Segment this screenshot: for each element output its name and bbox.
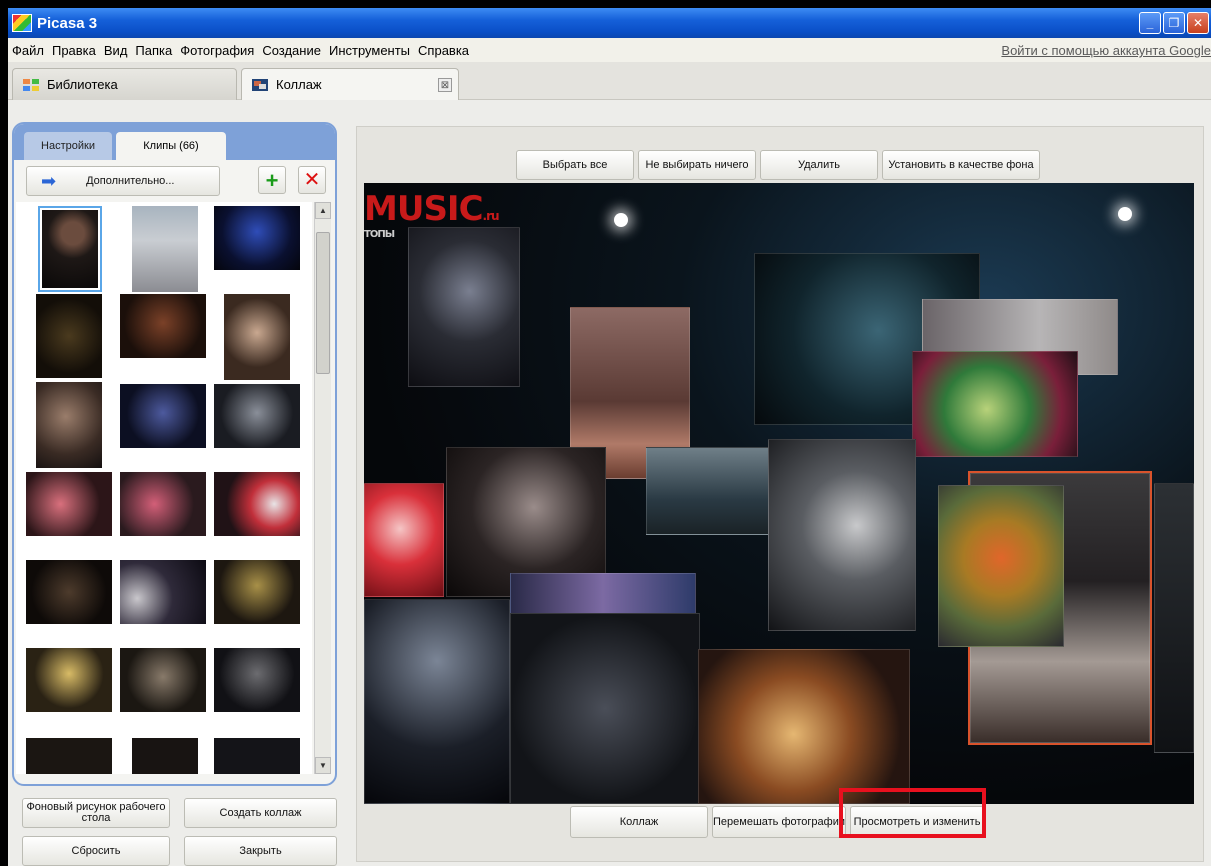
menu-file[interactable]: Файл bbox=[8, 43, 48, 58]
menu-picture[interactable]: Фотография bbox=[176, 43, 258, 58]
collage-photo[interactable] bbox=[510, 613, 700, 804]
clip-thumbnail[interactable] bbox=[26, 560, 112, 624]
maximize-button[interactable]: ❐ bbox=[1163, 12, 1185, 34]
remove-clip-button[interactable]: ✕ bbox=[298, 166, 326, 194]
music-logo-suffix: .ru bbox=[482, 209, 500, 223]
clip-thumbnail[interactable] bbox=[214, 648, 300, 712]
clip-thumbnail[interactable] bbox=[214, 472, 300, 536]
collage-photo[interactable] bbox=[408, 227, 520, 387]
clip-thumbnail[interactable] bbox=[120, 294, 206, 358]
title-bar: Picasa 3 _ ❐ ✕ bbox=[8, 8, 1211, 38]
menu-folder[interactable]: Папка bbox=[131, 43, 176, 58]
stage-light-icon bbox=[1118, 207, 1132, 221]
clip-thumbnail[interactable] bbox=[132, 206, 198, 292]
window-controls: _ ❐ ✕ bbox=[1139, 12, 1209, 34]
clip-thumbnail[interactable] bbox=[214, 384, 300, 448]
clip-thumbnail[interactable] bbox=[26, 472, 112, 536]
tab-settings[interactable]: Настройки bbox=[24, 132, 112, 160]
more-button[interactable]: ➡ Дополнительно... bbox=[26, 166, 220, 196]
clip-thumbnail[interactable] bbox=[120, 472, 206, 536]
google-signin-link[interactable]: Войти с помощью аккаунта Google bbox=[1001, 43, 1211, 58]
clip-thumbnail[interactable] bbox=[214, 206, 300, 270]
clip-thumbnail[interactable] bbox=[214, 738, 300, 774]
clip-thumbnail[interactable] bbox=[120, 384, 206, 448]
menu-tools[interactable]: Инструменты bbox=[325, 43, 414, 58]
clip-thumbnail[interactable] bbox=[224, 294, 290, 380]
select-all-button[interactable]: Выбрать все bbox=[516, 150, 634, 180]
collage-photo[interactable] bbox=[698, 649, 910, 804]
back-arrow-icon: ➡ bbox=[41, 170, 57, 191]
clips-panel: Настройки Клипы (66) ➡ Дополнительно... … bbox=[12, 122, 337, 786]
clip-thumbnail[interactable] bbox=[36, 294, 102, 378]
menu-create[interactable]: Создание bbox=[258, 43, 325, 58]
tab-bar: Библиотека Коллаж ⊠ bbox=[8, 62, 1211, 100]
menu-help[interactable]: Справка bbox=[414, 43, 473, 58]
create-collage-button[interactable]: Создать коллаж bbox=[184, 798, 337, 828]
tab-library[interactable]: Библиотека bbox=[12, 68, 237, 100]
clip-thumbnail[interactable] bbox=[132, 738, 198, 774]
clip-thumbnail[interactable] bbox=[120, 560, 206, 624]
desktop-background-button[interactable]: Фоновый рисунок рабочего стола bbox=[22, 798, 170, 828]
scroll-thumb[interactable] bbox=[316, 232, 330, 374]
collage-icon bbox=[252, 78, 268, 91]
reset-button[interactable]: Сбросить bbox=[22, 836, 170, 866]
clip-thumbnail[interactable] bbox=[214, 560, 300, 624]
collage-photo[interactable] bbox=[1154, 483, 1194, 753]
collage-photo[interactable] bbox=[364, 599, 510, 804]
scroll-up-icon[interactable]: ▲ bbox=[315, 202, 331, 219]
clips-scrollbar[interactable]: ▲ ▼ bbox=[314, 202, 331, 774]
collage-mode-button[interactable]: Коллаж bbox=[570, 806, 708, 838]
add-clip-button[interactable]: + bbox=[258, 166, 286, 194]
clips-thumbnail-grid bbox=[16, 202, 312, 774]
clip-thumbnail[interactable] bbox=[120, 648, 206, 712]
menu-edit[interactable]: Правка bbox=[48, 43, 100, 58]
menu-view[interactable]: Вид bbox=[100, 43, 132, 58]
close-button[interactable]: Закрыть bbox=[184, 836, 337, 866]
collage-canvas[interactable]: MUSIC.ru ТОПЫ bbox=[364, 183, 1194, 804]
select-none-button[interactable]: Не выбирать ничего bbox=[638, 150, 756, 180]
collage-photo[interactable] bbox=[364, 483, 444, 597]
picasa-app-icon bbox=[12, 14, 32, 32]
collage-photo[interactable] bbox=[768, 439, 916, 631]
music-logo-text: MUSIC bbox=[364, 189, 484, 229]
close-tab-icon[interactable]: ⊠ bbox=[438, 78, 452, 92]
shuffle-photos-button[interactable]: Перемешать фотографии bbox=[712, 806, 846, 838]
panel-tabs: Настройки Клипы (66) bbox=[14, 124, 335, 160]
collage-photo[interactable] bbox=[938, 485, 1064, 647]
stage-light-icon bbox=[614, 213, 628, 227]
window-title: Picasa 3 bbox=[37, 14, 98, 32]
library-grid-icon bbox=[23, 78, 39, 91]
scroll-down-icon[interactable]: ▼ bbox=[315, 757, 331, 774]
set-background-button[interactable]: Установить в качестве фона bbox=[882, 150, 1040, 180]
close-window-button[interactable]: ✕ bbox=[1187, 12, 1209, 34]
clip-thumbnail[interactable] bbox=[36, 382, 102, 468]
clip-thumbnail[interactable] bbox=[38, 206, 102, 292]
minimize-button[interactable]: _ bbox=[1139, 12, 1161, 34]
tab-collage[interactable]: Коллаж ⊠ bbox=[241, 68, 459, 100]
clip-thumbnail[interactable] bbox=[26, 648, 112, 712]
tab-collage-label: Коллаж bbox=[276, 77, 322, 92]
menu-bar: Файл Правка Вид Папка Фотография Создани… bbox=[8, 38, 1211, 62]
collage-photo[interactable] bbox=[912, 351, 1078, 457]
tab-clips[interactable]: Клипы (66) bbox=[116, 132, 226, 160]
clip-thumbnail[interactable] bbox=[26, 738, 112, 774]
more-button-label: Дополнительно... bbox=[86, 174, 175, 187]
tab-library-label: Библиотека bbox=[47, 77, 118, 92]
highlight-box bbox=[839, 788, 986, 838]
delete-button[interactable]: Удалить bbox=[760, 150, 878, 180]
